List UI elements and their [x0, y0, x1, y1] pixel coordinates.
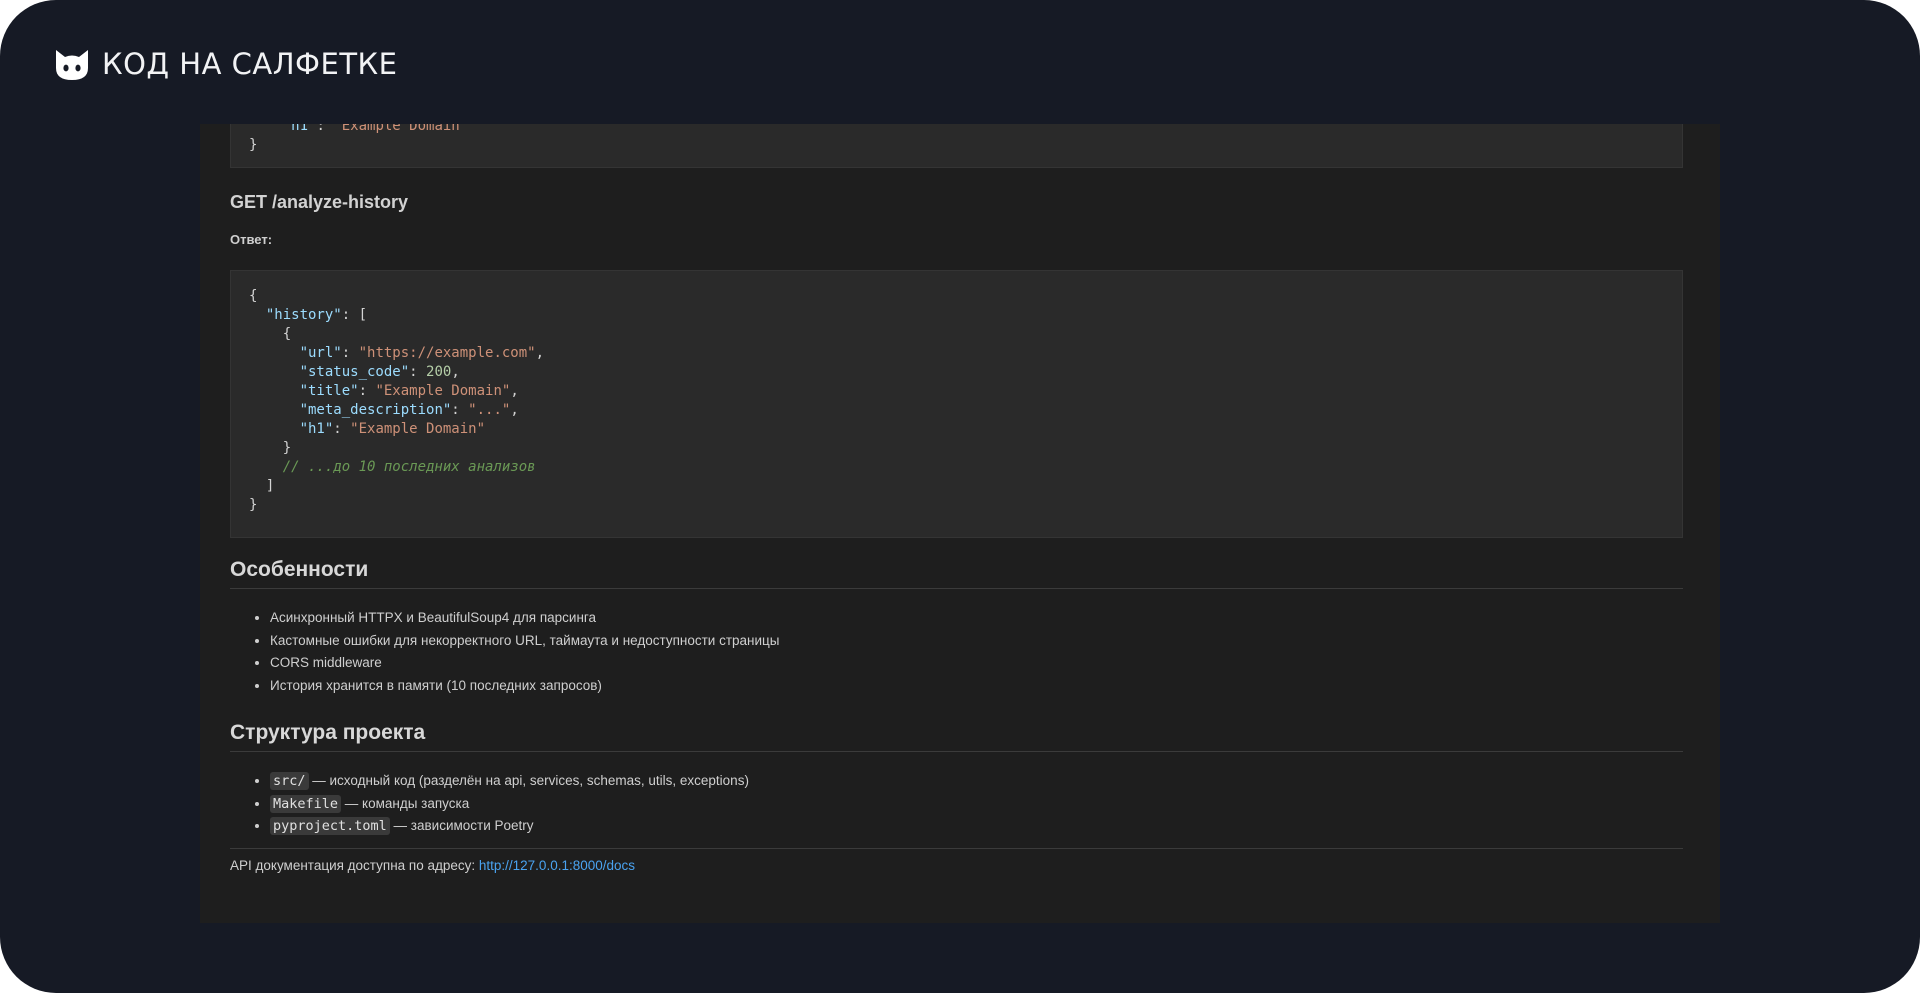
code-token: "url"	[299, 345, 342, 361]
list-item: CORS middleware	[270, 652, 1683, 675]
code-token: ,	[535, 345, 545, 361]
inline-code: pyproject.toml	[270, 817, 390, 835]
code-line: "url": "https://example.com",	[249, 344, 1682, 363]
code-token: "Example Domain"	[333, 124, 469, 134]
code-lines: { "history": [ { "url": "https://example…	[249, 287, 1682, 515]
code-line: "title": "Example Domain",	[249, 382, 1682, 401]
code-line: "history": [	[249, 306, 1682, 325]
list-item: Makefile — команды запуска	[270, 793, 1683, 816]
api-docs-note: API документация доступна по адресу: htt…	[230, 858, 635, 873]
code-line: {	[249, 287, 1682, 306]
code-token: {	[249, 288, 258, 304]
code-token: "meta_description"	[299, 402, 452, 418]
code-token: :	[341, 345, 359, 361]
code-lines: "h1": "Example Domain"}	[249, 124, 468, 155]
structure-list: src/ — исходный код (разделён на api, se…	[230, 770, 1683, 838]
app-frame: КОД НА САЛФЕТКЕ "h1": "Example Domain"} …	[0, 0, 1920, 993]
code-token: }	[249, 497, 258, 513]
code-token: "https://example.com"	[358, 345, 536, 361]
code-token: 200	[426, 364, 452, 380]
list-item: src/ — исходный код (разделён на api, se…	[270, 770, 1683, 793]
api-docs-text: API документация доступна по адресу:	[230, 858, 479, 873]
code-token: // ...до 10 последних анализов	[282, 459, 536, 475]
code-line: {	[249, 325, 1682, 344]
code-line: "h1": "Example Domain"	[249, 124, 468, 136]
code-token: : [	[341, 307, 368, 323]
brand-header[interactable]: КОД НА САЛФЕТКЕ	[52, 44, 397, 84]
list-item: pyproject.toml — зависимости Poetry	[270, 815, 1683, 838]
endpoint-title: GET /analyze-history	[230, 192, 409, 212]
code-token: :	[409, 364, 427, 380]
code-token: "Example Domain"	[375, 383, 511, 399]
code-token: :	[316, 124, 334, 134]
code-token: :	[333, 421, 351, 437]
code-token: "h1"	[299, 421, 334, 437]
code-line: ]	[249, 477, 1682, 496]
code-token: "history"	[265, 307, 342, 323]
code-token: "Example Domain"	[350, 421, 486, 437]
list-item-text: — исходный код (разделён на api, service…	[308, 773, 749, 788]
code-token: "h1"	[282, 124, 317, 134]
code-token: ]	[249, 478, 275, 494]
code-line: }	[249, 136, 468, 155]
code-line: "status_code": 200,	[249, 363, 1682, 382]
structure-heading: Структура проекта	[230, 721, 1683, 752]
code-token: }	[249, 440, 292, 456]
api-docs-link[interactable]: http://127.0.0.1:8000/docs	[479, 858, 635, 873]
code-token: {	[249, 326, 292, 342]
brand-name: КОД НА САЛФЕТКЕ	[102, 47, 398, 81]
list-item: Кастомные ошибки для некорректного URL, …	[270, 630, 1683, 653]
response-label: Ответ:	[230, 232, 273, 247]
features-heading: Особенности	[230, 558, 1683, 589]
list-item-text: — зависимости Poetry	[389, 818, 534, 833]
code-line: "h1": "Example Domain"	[249, 420, 1682, 439]
features-list: Асинхронный HTTPX и BeautifulSoup4 для п…	[230, 607, 1683, 697]
code-token: :	[358, 383, 376, 399]
code-token: "title"	[299, 383, 359, 399]
code-line: }	[249, 496, 1682, 515]
code-line: "meta_description": "...",	[249, 401, 1682, 420]
code-block-previous: "h1": "Example Domain"}	[230, 124, 1683, 168]
code-block-response: { "history": [ { "url": "https://example…	[230, 270, 1683, 538]
code-token: ,	[451, 364, 460, 380]
code-token: "status_code"	[299, 364, 410, 380]
code-token: ,	[510, 402, 519, 418]
list-item: Асинхронный HTTPX и BeautifulSoup4 для п…	[270, 607, 1683, 630]
list-item-text: — команды запуска	[341, 795, 470, 811]
code-token: :	[451, 402, 469, 418]
inline-code: src/	[270, 772, 309, 790]
divider	[230, 848, 1683, 849]
cat-head-icon	[56, 50, 88, 80]
code-line: // ...до 10 последних анализов	[249, 458, 1682, 477]
code-line: }	[249, 439, 1682, 458]
inline-code: Makefile	[270, 794, 342, 813]
code-token: ,	[510, 383, 519, 399]
code-token: "..."	[468, 402, 511, 418]
readme-document: "h1": "Example Domain"} GET /analyze-his…	[200, 124, 1720, 923]
list-item: История хранится в памяти (10 последних …	[270, 675, 1683, 698]
document-content: "h1": "Example Domain"} GET /analyze-his…	[230, 124, 1683, 923]
code-token: }	[249, 137, 258, 153]
